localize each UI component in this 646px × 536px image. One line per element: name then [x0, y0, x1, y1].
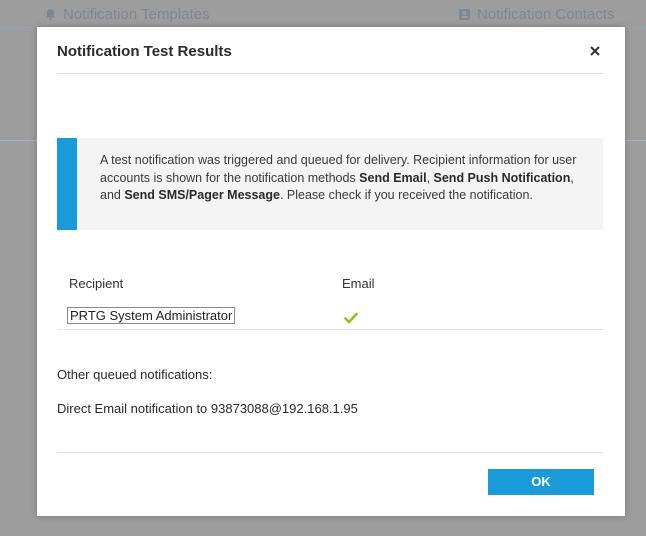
close-icon[interactable] — [587, 43, 603, 59]
recipient-name: PRTG System Administrator — [67, 307, 236, 324]
method-send-email: Send Email — [359, 170, 427, 185]
notification-test-results-dialog: Notification Test Results A test notific… — [37, 27, 625, 516]
ok-button[interactable]: OK — [488, 469, 594, 495]
column-header-email: Email — [342, 276, 375, 291]
tab-notification-contacts: Notification Contacts — [458, 6, 615, 23]
footer-divider — [57, 452, 603, 453]
info-message-text: A test notification was triggered and qu… — [100, 152, 580, 205]
close-button[interactable] — [587, 43, 603, 59]
table-row: PRTG System Administrator — [57, 299, 603, 330]
queued-notification-item: Direct Email notification to 93873088@19… — [57, 401, 358, 416]
tab-notification-contacts-label: Notification Contacts — [477, 6, 615, 23]
info-text-part: . Please check if you received the notif… — [279, 188, 533, 202]
contact-card-icon — [458, 8, 471, 21]
method-send-push: Send Push Notification — [433, 170, 571, 185]
info-text-separator: , — [426, 170, 434, 185]
tab-notification-templates-label: Notification Templates — [63, 6, 210, 23]
info-message-box: A test notification was triggered and qu… — [57, 138, 603, 230]
other-queued-label: Other queued notifications: — [57, 367, 213, 382]
dialog-header: Notification Test Results — [57, 27, 603, 74]
method-send-sms: Send SMS/Pager Message — [124, 188, 280, 202]
column-header-recipient: Recipient — [69, 276, 124, 291]
tab-notification-templates: Notification Templates — [44, 6, 209, 23]
dialog-title: Notification Test Results — [57, 43, 232, 60]
bell-icon — [44, 8, 57, 21]
info-accent-bar — [57, 138, 77, 230]
check-icon — [344, 311, 358, 324]
